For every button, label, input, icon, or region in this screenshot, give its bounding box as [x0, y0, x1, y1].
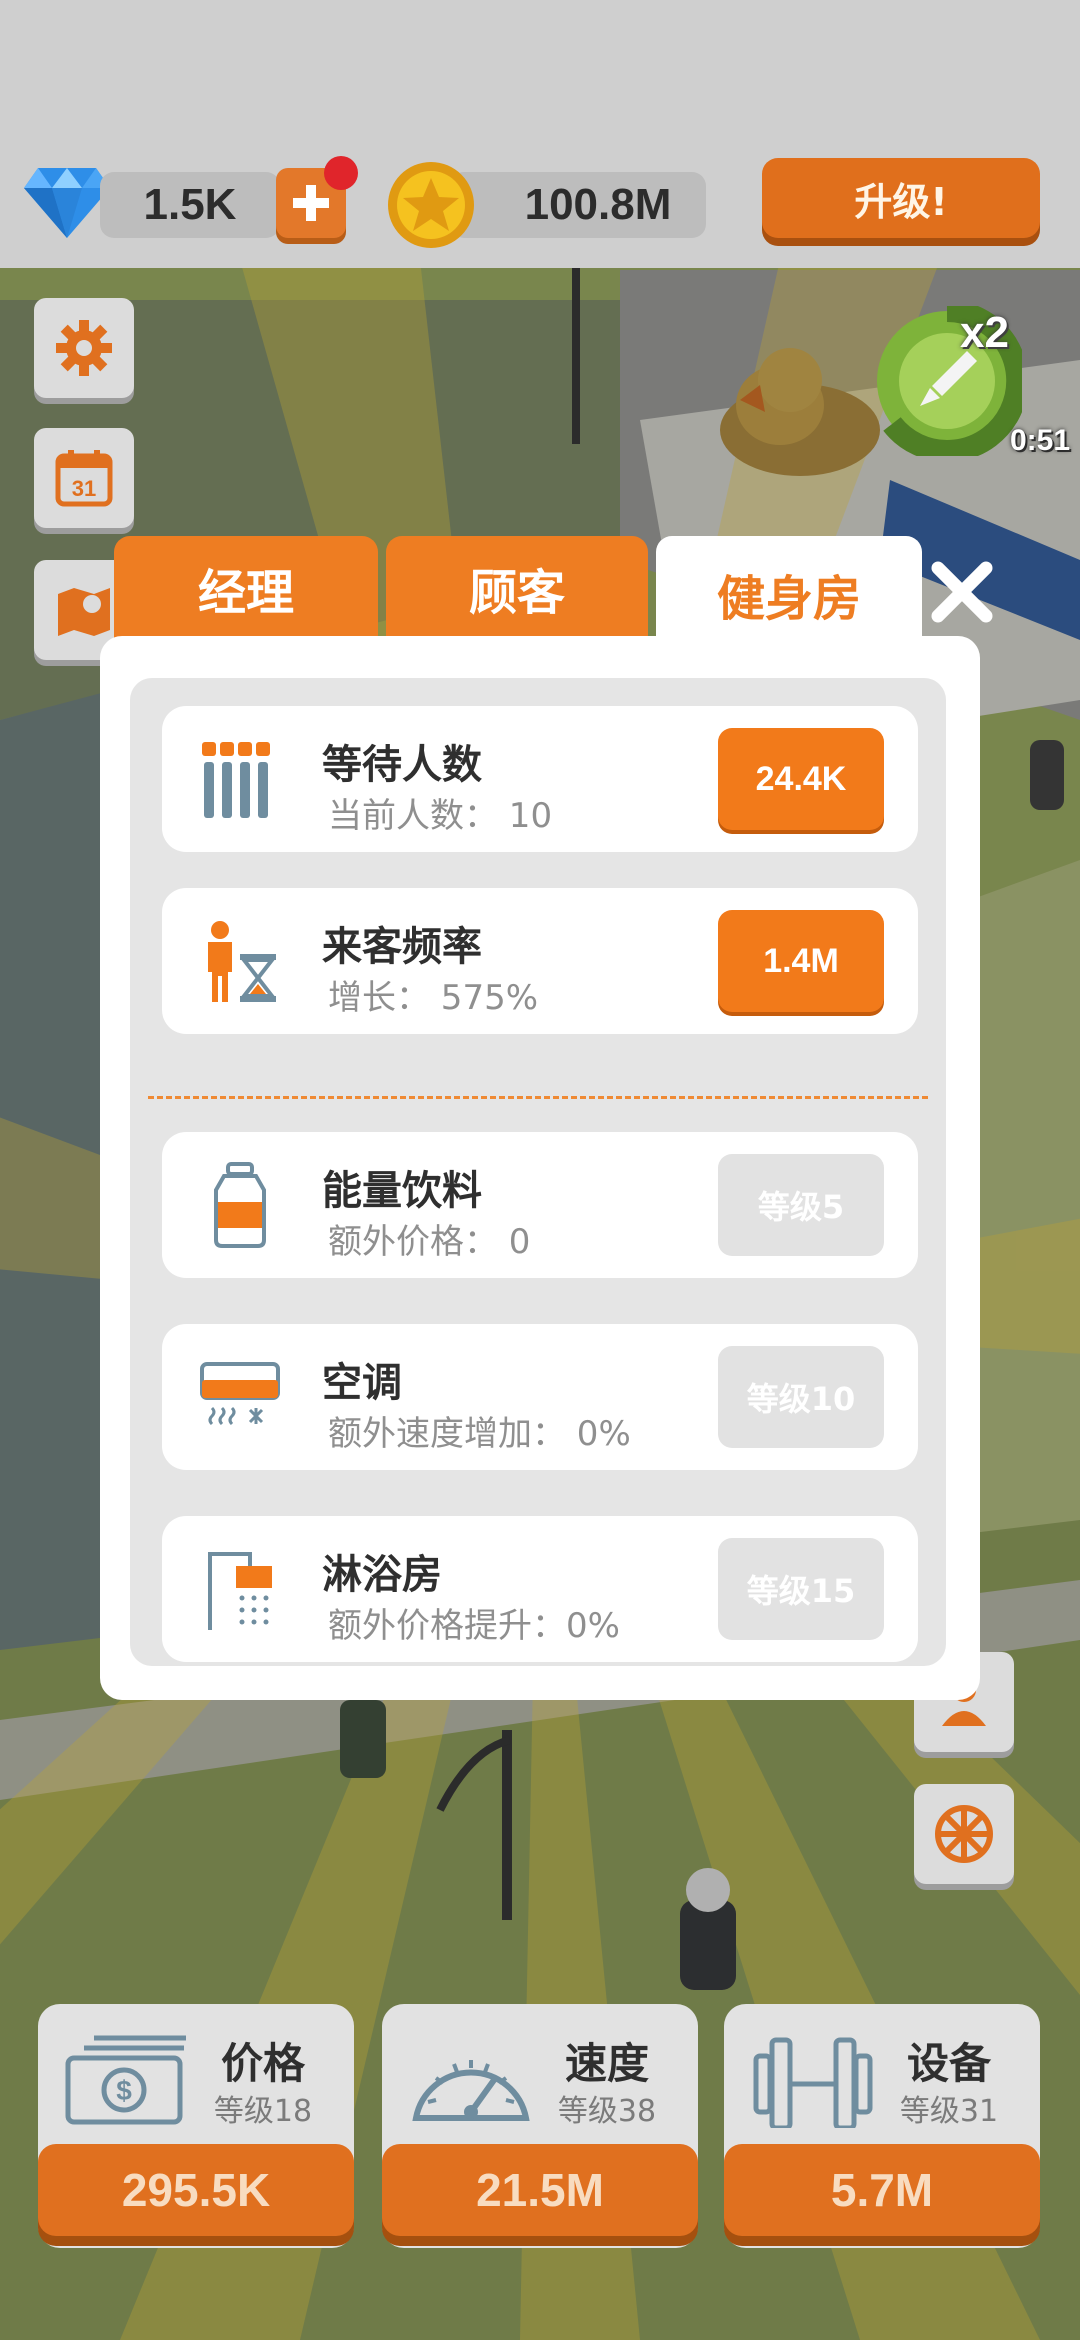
calendar-button[interactable]: 31	[34, 428, 134, 528]
boost-multiplier: x2	[960, 308, 1009, 357]
item-title: 来客频率	[322, 924, 482, 970]
fortune-wheel-icon	[935, 1805, 993, 1863]
item-subtitle: 额外价格提升：0%	[328, 1606, 620, 1646]
upgrade-card-equipment: 设备 等级31 5.7M	[724, 2004, 1040, 2248]
tab-customers[interactable]: 顾客	[386, 536, 648, 640]
upgrade-price-button[interactable]: 295.5K	[38, 2144, 354, 2236]
gem-icon	[24, 168, 110, 238]
shower-icon	[208, 1552, 272, 1630]
item-subtitle: 额外价格： 0	[328, 1222, 531, 1262]
tab-gym[interactable]: 健身房	[656, 536, 922, 652]
money-icon: $	[65, 2035, 186, 2125]
calendar-day: 31	[72, 476, 96, 501]
item-subtitle: 额外速度增加： 0%	[328, 1414, 631, 1454]
coin-icon	[388, 162, 474, 248]
boost-timer: 0:51	[1010, 424, 1071, 457]
item-title: 淋浴房	[322, 1552, 442, 1598]
close-icon[interactable]	[926, 556, 998, 628]
settings-button[interactable]	[34, 298, 134, 398]
calendar-icon: 31	[55, 450, 113, 507]
dumbbell-icon	[753, 2037, 873, 2128]
shower-level-button[interactable]: 等级15	[718, 1538, 884, 1640]
upgrade-level: 等级38	[557, 2094, 657, 2129]
list-item-waiting-count: 等待人数 当前人数： 10 24.4K	[162, 706, 918, 852]
item-title: 等待人数	[322, 742, 482, 788]
air-conditioner-icon	[200, 1362, 280, 1426]
upgrade-title: 价格	[220, 2039, 305, 2088]
plus-icon	[293, 185, 329, 221]
map-icon	[58, 588, 110, 636]
svg-text:$: $	[116, 2075, 132, 2106]
upgrade-equipment-button[interactable]: 5.7M	[724, 2144, 1040, 2236]
drink-bottle-icon	[214, 1162, 266, 1248]
upgrade-speed-button[interactable]: 21.5M	[382, 2144, 698, 2236]
upgrade-title: 设备	[906, 2039, 991, 2088]
upgrade-button[interactable]: 升级!	[762, 158, 1040, 238]
list-item-air-conditioner: 空调 额外速度增加： 0% 等级10	[162, 1324, 918, 1470]
upgrade-title: 速度	[564, 2039, 649, 2088]
panel-list: 等待人数 当前人数： 10 24.4K 来客频率 增长： 575% 1.4M 能…	[130, 678, 946, 1666]
coins-amount: 100.8M	[450, 172, 706, 238]
item-subtitle: 增长： 575%	[328, 978, 539, 1018]
gems-amount: 1.5K	[100, 172, 280, 238]
person-hourglass-icon	[208, 921, 277, 1002]
item-subtitle: 当前人数： 10	[328, 796, 553, 836]
list-item-shower: 淋浴房 额外价格提升：0% 等级15	[162, 1516, 918, 1662]
upgrade-arrival-button[interactable]: 1.4M	[718, 910, 884, 1012]
tab-manager[interactable]: 经理	[114, 536, 378, 640]
upgrade-waiting-button[interactable]: 24.4K	[718, 728, 884, 830]
gear-icon	[56, 320, 112, 376]
upgrade-card-price: $ 价格 等级18 295.5K	[38, 2004, 354, 2248]
gym-panel: 等待人数 当前人数： 10 24.4K 来客频率 增长： 575% 1.4M 能…	[100, 636, 980, 1700]
item-title: 空调	[322, 1360, 402, 1406]
upgrade-level: 等级18	[213, 2094, 313, 2129]
item-title: 能量饮料	[322, 1168, 482, 1214]
upgrade-level: 等级31	[899, 2094, 999, 2129]
notification-dot	[324, 156, 358, 190]
upgrade-card-speed: 速度 等级38 21.5M	[382, 2004, 698, 2248]
people-queue-icon	[202, 742, 270, 818]
wheel-button[interactable]	[914, 1784, 1014, 1884]
top-bar: 1.5K 100.8M 升级!	[0, 0, 1080, 268]
divider	[148, 1096, 928, 1099]
list-item-arrival-rate: 来客频率 增长： 575% 1.4M	[162, 888, 918, 1034]
energy-drink-level-button[interactable]: 等级5	[718, 1154, 884, 1256]
speedometer-icon	[412, 2060, 530, 2121]
list-item-energy-drink: 能量饮料 额外价格： 0 等级5	[162, 1132, 918, 1278]
air-conditioner-level-button[interactable]: 等级10	[718, 1346, 884, 1448]
